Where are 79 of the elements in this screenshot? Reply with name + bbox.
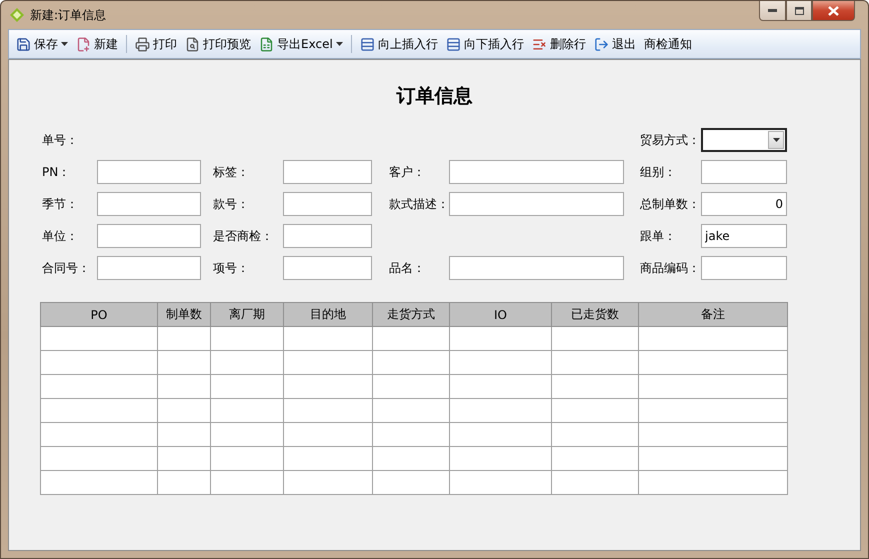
field-label: 季节： xyxy=(42,196,79,212)
delete-row-icon xyxy=(532,36,547,52)
field-label: 总制单数： xyxy=(640,196,701,212)
form-title: 订单信息 xyxy=(395,84,474,108)
field-label: 单位： xyxy=(42,228,79,244)
column-header: 备注 xyxy=(638,302,788,326)
table-cell xyxy=(158,350,210,374)
maximize-icon xyxy=(794,6,804,14)
input-field[interactable] xyxy=(283,192,372,216)
column-header: 制单数 xyxy=(158,302,210,326)
toolbar-button[interactable]: 打印 xyxy=(132,34,180,54)
toolbar-button[interactable]: 删除行 xyxy=(528,34,589,54)
caret-icon xyxy=(772,138,780,142)
trade-mode-dropdown[interactable] xyxy=(701,128,787,152)
table-cell xyxy=(158,470,210,494)
app-logo-icon xyxy=(10,8,24,22)
input-field[interactable]: jake xyxy=(701,224,787,248)
input-field[interactable] xyxy=(283,224,372,248)
toolbar-button[interactable]: 打印预览 xyxy=(182,34,254,54)
minimize-icon xyxy=(768,9,777,12)
table-icon xyxy=(446,36,461,52)
input-field[interactable] xyxy=(449,160,624,184)
print-preview-icon xyxy=(185,36,200,52)
input-field[interactable] xyxy=(97,192,201,216)
maximize-button[interactable] xyxy=(786,1,812,21)
column-header: 走货方式 xyxy=(372,302,450,326)
toolbar-button[interactable]: 退出 xyxy=(590,34,639,54)
table-cell xyxy=(158,446,210,470)
field-label: 是否商检： xyxy=(213,228,274,244)
minimize-button[interactable] xyxy=(759,1,786,21)
toolbar-button[interactable]: 向下插入行 xyxy=(442,34,527,54)
field-label: 跟单： xyxy=(640,228,677,244)
new-document-icon xyxy=(76,36,91,52)
column-header: PO xyxy=(40,302,158,326)
input-field[interactable] xyxy=(97,224,201,248)
column-header: IO xyxy=(450,302,552,326)
field-label: 款式描述： xyxy=(389,196,449,212)
field-label: 贸易方式： xyxy=(640,132,701,148)
field-label: 组别： xyxy=(640,164,677,180)
exit-icon xyxy=(594,36,609,52)
field-label: 客户： xyxy=(389,164,426,180)
input-field[interactable] xyxy=(283,160,372,184)
field-label: 合同号： xyxy=(42,260,91,276)
field-label: 商品编码： xyxy=(640,260,701,276)
save-icon xyxy=(16,36,31,52)
table-cell xyxy=(158,374,210,398)
field-label: 项号： xyxy=(213,260,250,276)
input-field[interactable] xyxy=(701,256,787,280)
input-field[interactable] xyxy=(97,256,201,280)
input-field[interactable] xyxy=(283,256,372,280)
input-field[interactable] xyxy=(449,256,624,280)
toolbar-button[interactable]: 保存 xyxy=(13,34,71,54)
field-label: 单号： xyxy=(42,132,79,148)
close-icon xyxy=(828,6,839,16)
table-cell xyxy=(158,398,210,422)
caret-icon xyxy=(336,42,343,46)
toolbar-button[interactable]: 向上插入行 xyxy=(356,34,441,54)
spreadsheet-icon xyxy=(259,36,274,52)
input-field[interactable] xyxy=(449,192,624,216)
input-field[interactable] xyxy=(701,160,787,184)
toolbar-button[interactable]: 新建 xyxy=(73,34,121,54)
column-header: 离厂期 xyxy=(210,302,284,326)
toolbar-button[interactable]: 导出Excel xyxy=(256,34,346,54)
column-header: 目的地 xyxy=(284,302,372,326)
toolbar-button[interactable]: 商检通知 xyxy=(640,34,695,54)
field-label: 品名： xyxy=(389,260,426,276)
column-header: 已走货数 xyxy=(552,302,638,326)
table-icon xyxy=(360,36,375,52)
field-label: 款号： xyxy=(213,196,250,212)
field-label: PN： xyxy=(42,164,72,180)
window-title: 新建:订单信息 xyxy=(30,6,106,24)
table-cell xyxy=(158,326,210,350)
input-field[interactable] xyxy=(97,160,201,184)
close-button[interactable] xyxy=(812,1,855,21)
caret-icon xyxy=(61,42,68,46)
input-field[interactable]: 0 xyxy=(701,192,787,216)
table-cell xyxy=(158,422,210,446)
printer-icon xyxy=(135,36,150,52)
field-label: 标签： xyxy=(213,164,250,180)
